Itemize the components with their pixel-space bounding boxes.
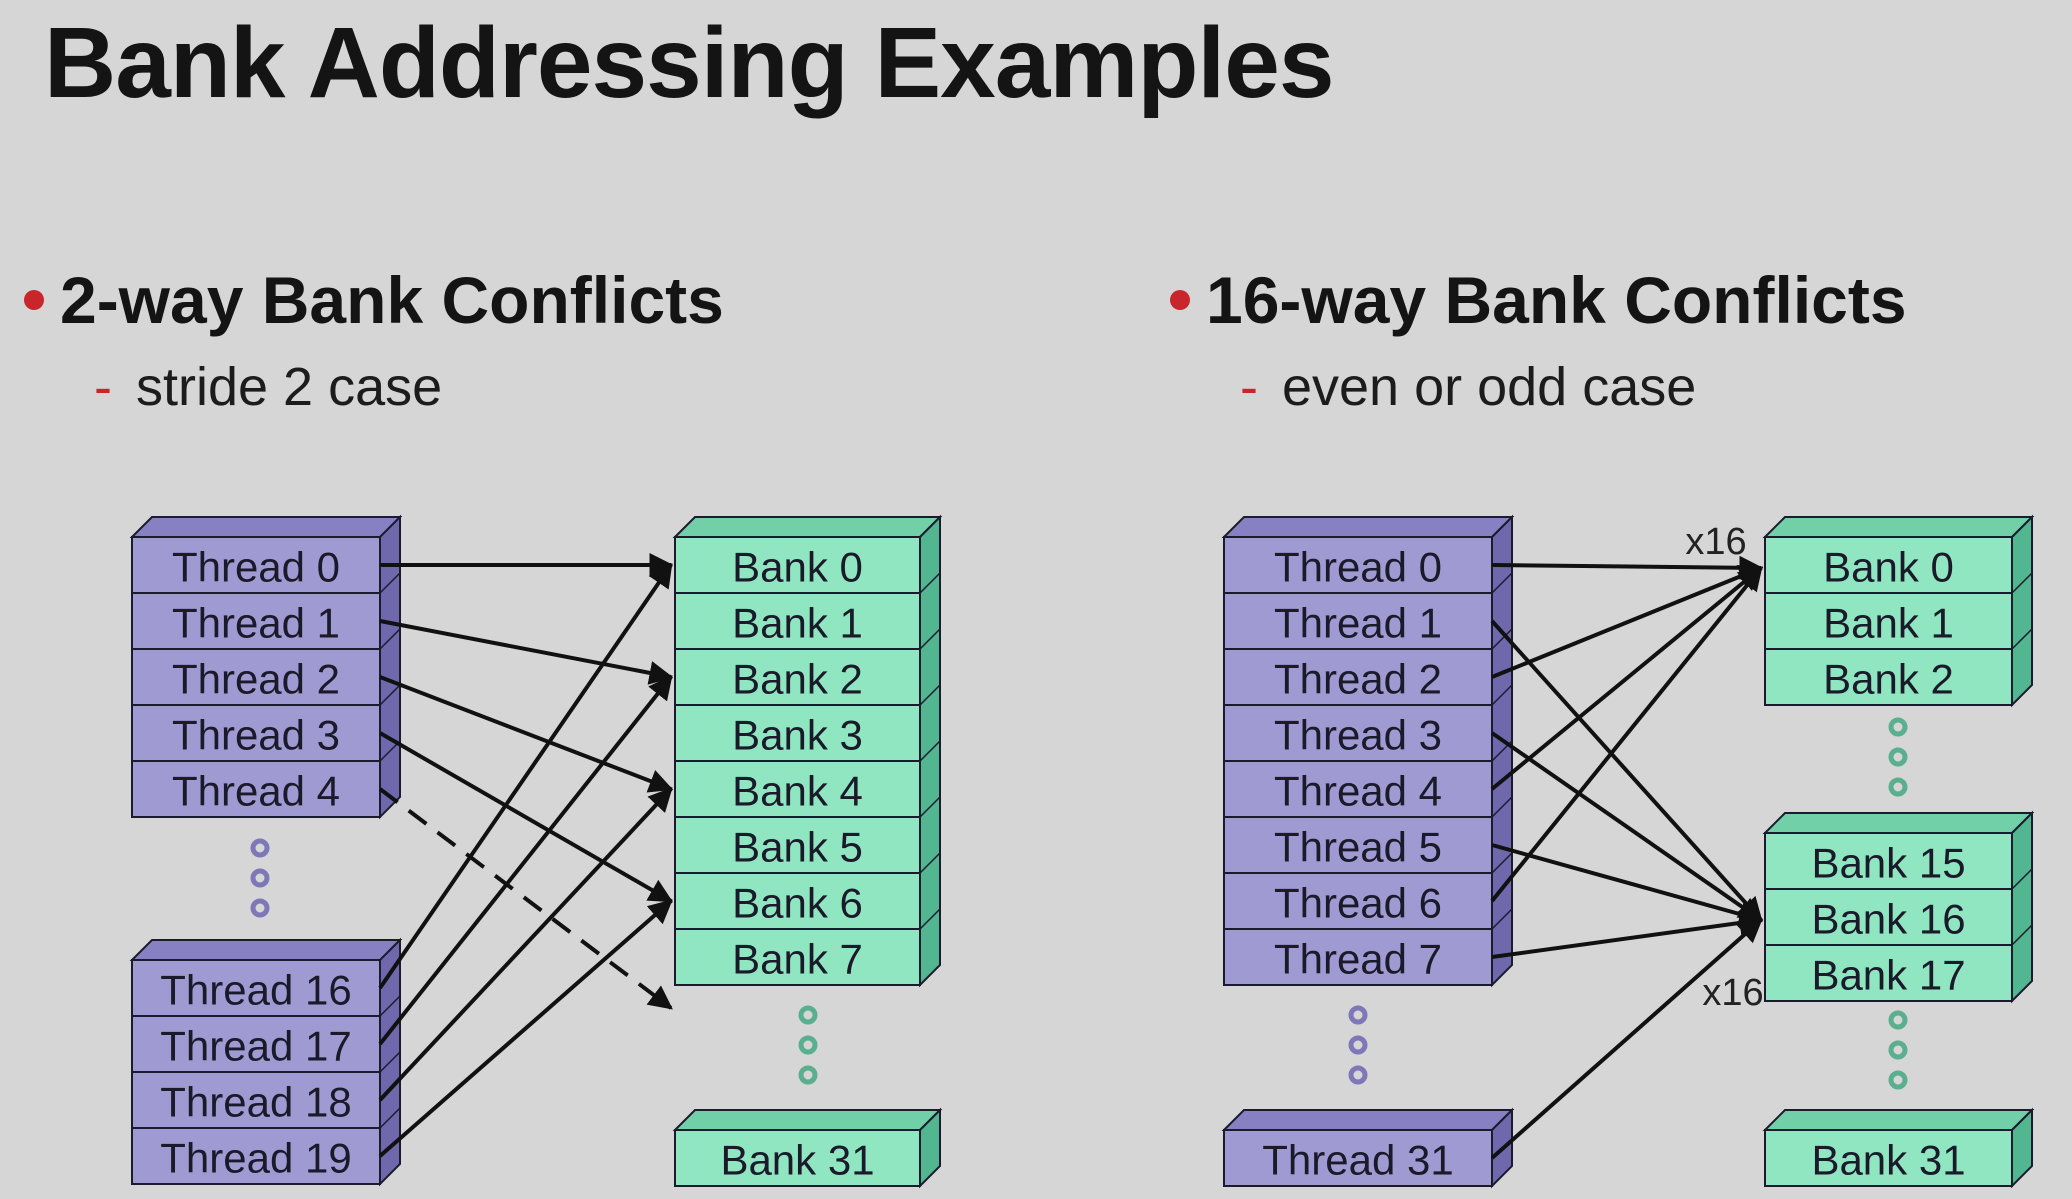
right-bank-lower-ellipsis-dot xyxy=(1888,1040,1908,1060)
left-thread-stack-top xyxy=(129,516,403,538)
right-arrow-2 xyxy=(1490,566,1763,791)
right-bank-ellipsis-dot xyxy=(1888,777,1908,797)
right-bank-ellipsis-dot xyxy=(1888,747,1908,767)
right-arrow-0 xyxy=(1491,555,1764,580)
right-arrow-4 xyxy=(1490,619,1763,922)
left-bank-stack: Bank 0 Bank 1 Bank 2 Bank 3 Bank 4 Bank 5 Bank… xyxy=(672,514,943,988)
right-bank-ellipsis-dot xyxy=(1888,717,1908,737)
left-arrow-3 xyxy=(379,731,674,903)
right-thread-stack-top xyxy=(1221,516,1515,538)
right-thread-lower-label-thread-31: Thread 31 xyxy=(1262,1137,1453,1184)
left-bank-ellipsis-dot xyxy=(798,1005,818,1025)
left-thread-lower-label-thread-16: Thread 16 xyxy=(160,967,351,1014)
right-bank-stack-side xyxy=(2011,514,2033,708)
left-thread-lower-stack: Thread 16 Thread 17 Thread 18 Thread 19 xyxy=(129,937,403,1187)
left-thread-label-thread-2: Thread 2 xyxy=(172,656,340,703)
right-thread-lower-stack: Thread 31 xyxy=(1221,1107,1515,1189)
right-bank-stack: Bank 0 Bank 1 Bank 2 xyxy=(1762,514,2035,708)
right-thread-label-thread-5: Thread 5 xyxy=(1274,824,1442,871)
left-bank-lower-stack-top xyxy=(672,1109,943,1131)
left-thread-ellipsis-dot xyxy=(250,868,270,888)
left-thread-label-thread-1: Thread 1 xyxy=(172,600,340,647)
right-thread-ellipsis-dot xyxy=(1348,1065,1368,1085)
right-bank-mid-stack-side xyxy=(2011,810,2033,1004)
bank-diagram: Thread 0 Thread 1 Thread 2 Thread 3 Thread 4… xyxy=(129,514,2035,1189)
left-bank-lower-label-bank-31: Bank 31 xyxy=(720,1137,874,1184)
left-bank-stack-top xyxy=(672,516,943,538)
left-arrow-8 xyxy=(378,899,673,1158)
right-thread-label-thread-4: Thread 4 xyxy=(1274,768,1442,815)
left-thread-label-thread-3: Thread 3 xyxy=(172,712,340,759)
right-bank-mid-label-bank-15: Bank 15 xyxy=(1811,840,1965,887)
slide: Bank Addressing Examples 2-way Bank Conf… xyxy=(0,0,2072,1199)
right-bank-stack-top xyxy=(1762,516,2035,538)
right-thread-label-thread-3: Thread 3 xyxy=(1274,712,1442,759)
right-arrow-1 xyxy=(1491,564,1764,679)
left-bank-label-bank-7: Bank 7 xyxy=(732,936,863,983)
left-thread-lower-label-thread-17: Thread 17 xyxy=(160,1023,351,1070)
left-bank-ellipsis-dot xyxy=(798,1065,818,1085)
left-bank-label-bank-5: Bank 5 xyxy=(732,824,863,871)
right-arrow-8 xyxy=(1490,918,1763,1160)
left-bank-label-bank-1: Bank 1 xyxy=(732,600,863,647)
right-bank-mid-label-bank-17: Bank 17 xyxy=(1811,952,1965,999)
left-thread-stack-side xyxy=(379,514,401,820)
right-thread-lower-stack-top xyxy=(1221,1109,1515,1131)
right-thread-label-thread-7: Thread 7 xyxy=(1274,936,1442,983)
left-bank-label-bank-6: Bank 6 xyxy=(732,880,863,927)
left-bank-label-bank-0: Bank 0 xyxy=(732,544,863,591)
right-arrow-7 xyxy=(1491,911,1764,959)
left-thread-lower-label-thread-19: Thread 19 xyxy=(160,1135,351,1182)
right-bank-lower-ellipsis-dot xyxy=(1888,1010,1908,1030)
left-thread-label-thread-0: Thread 0 xyxy=(172,544,340,591)
left-bank-label-bank-2: Bank 2 xyxy=(732,656,863,703)
right-arrow-5 xyxy=(1490,731,1763,922)
left-thread-stack: Thread 0 Thread 1 Thread 2 Thread 3 Thread 4 xyxy=(129,514,403,820)
right-bank-lower-stack: Bank 31 xyxy=(1762,1107,2035,1189)
left-bank-lower-stack: Bank 31 xyxy=(672,1107,943,1189)
right-bank-lower-stack-top xyxy=(1762,1109,2035,1131)
left-thread-lower-label-thread-18: Thread 18 xyxy=(160,1079,351,1126)
left-thread-ellipsis-dot xyxy=(250,838,270,858)
right-bank-label-bank-2: Bank 2 xyxy=(1823,656,1954,703)
left-thread-ellipsis-dot xyxy=(250,898,270,918)
left-thread-lower-stack-top xyxy=(129,939,403,961)
right-thread-label-thread-1: Thread 1 xyxy=(1274,600,1442,647)
right-thread-label-thread-6: Thread 6 xyxy=(1274,880,1442,927)
right-thread-label-thread-2: Thread 2 xyxy=(1274,656,1442,703)
left-thread-label-thread-4: Thread 4 xyxy=(172,768,340,815)
right-thread-ellipsis-dot xyxy=(1348,1035,1368,1055)
multiplier-label-1: x16 xyxy=(1702,972,1763,1014)
multiplier-label-0: x16 xyxy=(1685,521,1746,563)
right-thread-stack: Thread 0 Thread 1 Thread 2 Thread 3 Thread 4… xyxy=(1221,514,1515,988)
right-bank-mid-stack: Bank 15 Bank 16 Bank 17 xyxy=(1762,810,2035,1004)
right-thread-label-thread-0: Thread 0 xyxy=(1274,544,1442,591)
right-arrow-6 xyxy=(1491,843,1764,926)
right-bank-mid-label-bank-16: Bank 16 xyxy=(1811,896,1965,943)
right-bank-label-bank-0: Bank 0 xyxy=(1823,544,1954,591)
right-arrow-3 xyxy=(1490,566,1763,903)
right-bank-label-bank-1: Bank 1 xyxy=(1823,600,1954,647)
right-thread-ellipsis-dot xyxy=(1348,1005,1368,1025)
left-arrow-4 xyxy=(378,787,673,1010)
right-bank-lower-label-bank-31: Bank 31 xyxy=(1811,1137,1965,1184)
left-arrow-7 xyxy=(378,787,673,1102)
left-bank-ellipsis-dot xyxy=(798,1035,818,1055)
left-bank-label-bank-3: Bank 3 xyxy=(732,712,863,759)
left-bank-label-bank-4: Bank 4 xyxy=(732,768,863,815)
right-bank-lower-ellipsis-dot xyxy=(1888,1070,1908,1090)
right-bank-mid-stack-top xyxy=(1762,812,2035,834)
